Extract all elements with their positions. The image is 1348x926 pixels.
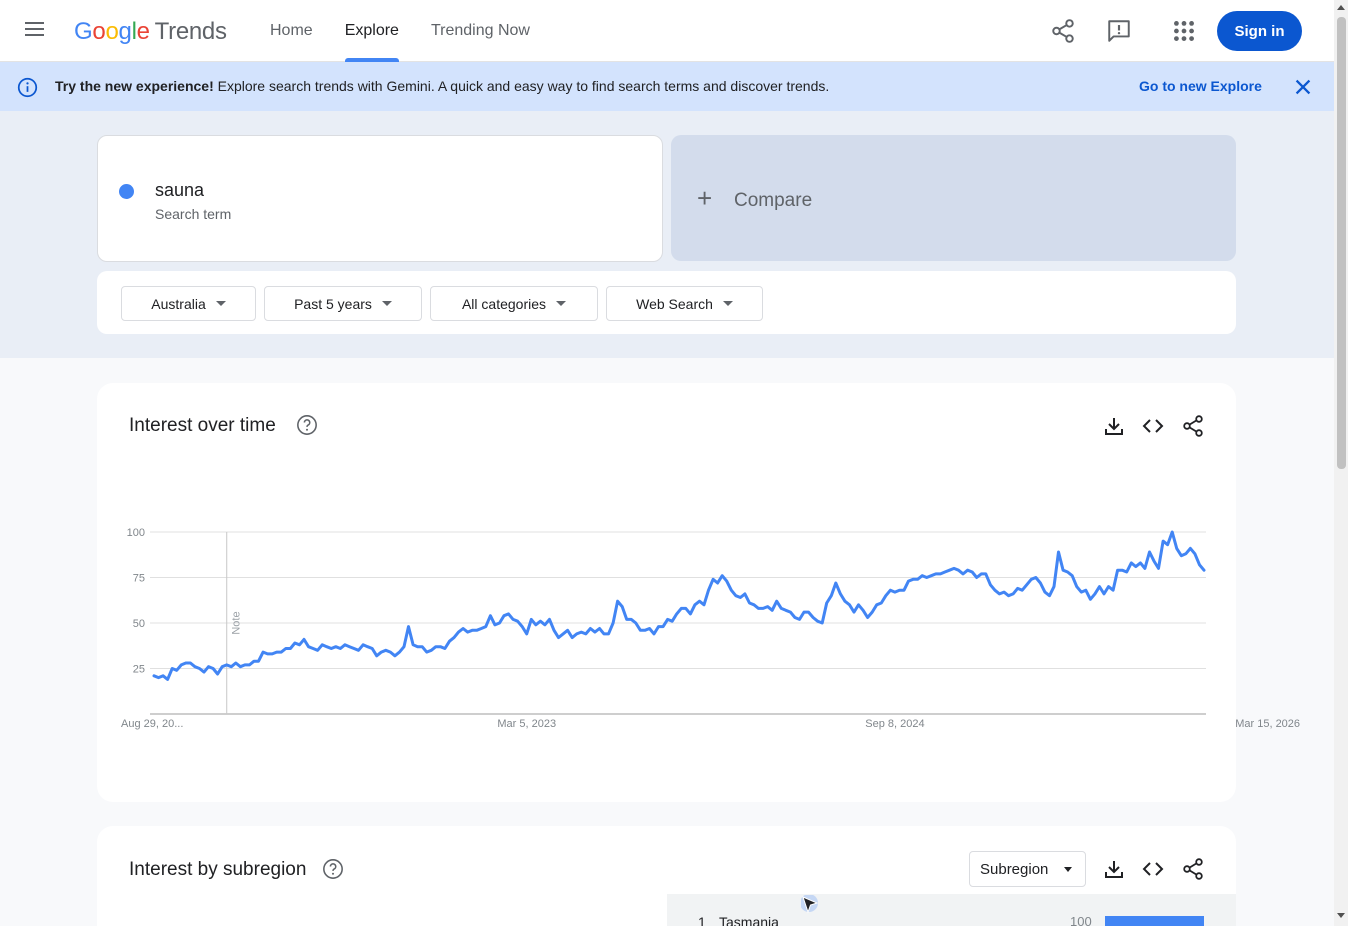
time-range-filter-label: Past 5 years	[294, 295, 372, 312]
search-type-filter[interactable]: Web Search	[606, 286, 763, 321]
region-value: 100	[1070, 914, 1092, 926]
region-rank: 1	[698, 914, 706, 926]
compare-label: Compare	[734, 190, 813, 211]
apps-icon[interactable]	[1171, 18, 1197, 44]
sign-in-button[interactable]: Sign in	[1217, 11, 1302, 51]
subregion-select-label: Subregion	[980, 860, 1049, 878]
share-icon[interactable]	[1050, 18, 1076, 44]
nav-home[interactable]: Home	[254, 0, 329, 62]
embed-icon[interactable]	[1141, 414, 1165, 438]
term-color-dot	[119, 184, 134, 199]
time-range-filter[interactable]: Past 5 years	[264, 286, 422, 321]
nav-trending-now[interactable]: Trending Now	[415, 0, 546, 62]
search-term-card[interactable]: sauna Search term	[97, 135, 663, 262]
scroll-down-icon[interactable]	[1337, 913, 1345, 918]
main-nav: Home Explore Trending Now	[254, 0, 546, 62]
feedback-icon[interactable]	[1106, 18, 1132, 44]
caret-down-icon	[381, 301, 392, 306]
interest-over-time-title: Interest over time	[129, 415, 276, 436]
mouse-cursor-icon	[801, 895, 819, 914]
banner-bold-text: Try the new experience!	[55, 78, 214, 94]
caret-down-icon	[1064, 867, 1072, 872]
interest-by-subregion-title: Interest by subregion	[129, 859, 307, 880]
google-trends-logo[interactable]: Google Trends	[74, 18, 227, 46]
caret-down-icon	[215, 301, 226, 306]
share-icon[interactable]	[1181, 414, 1205, 438]
region-filter[interactable]: Australia	[121, 286, 256, 321]
subregion-select[interactable]: Subregion	[969, 851, 1086, 887]
x-tick-label: Mar 15, 2026	[1235, 718, 1300, 730]
banner-text: Explore search trends with Gemini. A qui…	[213, 78, 830, 94]
download-icon[interactable]	[1102, 414, 1126, 438]
new-experience-banner: Try the new experience! Explore search t…	[0, 62, 1334, 111]
embed-icon[interactable]	[1141, 857, 1165, 881]
compare-button[interactable]: + Compare	[671, 135, 1236, 261]
nav-explore[interactable]: Explore	[329, 0, 415, 62]
region-name[interactable]: Tasmania	[719, 914, 779, 926]
help-icon[interactable]	[322, 858, 344, 880]
search-term-name[interactable]: sauna	[155, 180, 204, 201]
scrollbar-thumb[interactable]	[1337, 17, 1346, 469]
plus-icon: +	[697, 183, 713, 213]
search-type-filter-label: Web Search	[636, 295, 713, 312]
search-term-type: Search term	[155, 206, 232, 222]
scroll-up-icon[interactable]	[1337, 5, 1345, 10]
region-filter-label: Australia	[151, 295, 206, 312]
main-menu-icon[interactable]	[20, 18, 50, 46]
page-scrollbar[interactable]	[1334, 0, 1348, 926]
category-filter-label: All categories	[461, 295, 547, 312]
info-icon	[17, 77, 38, 98]
subregion-list: 1 Tasmania 100	[667, 894, 1236, 926]
category-filter[interactable]: All categories	[430, 286, 598, 321]
region-value-bar	[1105, 916, 1204, 926]
share-icon[interactable]	[1181, 857, 1205, 881]
filters-bar: Australia Past 5 years All categories We…	[97, 271, 1236, 334]
download-icon[interactable]	[1102, 857, 1126, 881]
caret-down-icon	[722, 301, 733, 306]
help-icon[interactable]	[296, 414, 318, 436]
go-to-new-explore-link[interactable]: Go to new Explore	[1139, 78, 1262, 94]
close-icon[interactable]	[1292, 76, 1314, 98]
caret-down-icon	[556, 301, 567, 306]
banner-message: Try the new experience! Explore search t…	[55, 78, 829, 94]
interest-over-time-card	[97, 383, 1236, 802]
top-bar: Google Trends Home Explore Trending Now S…	[0, 0, 1334, 62]
